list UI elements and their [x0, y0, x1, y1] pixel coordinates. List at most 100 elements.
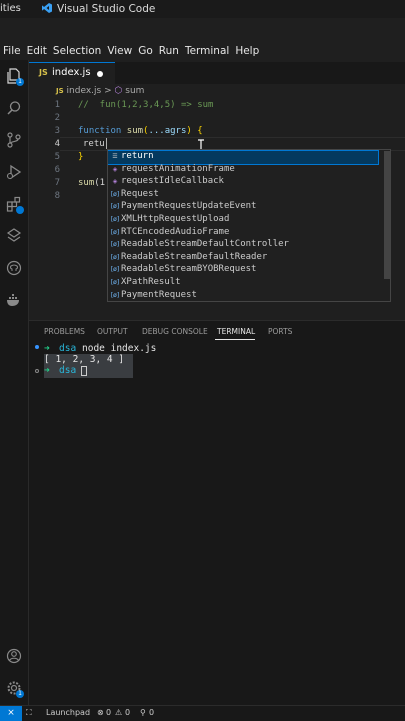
prompt-arrow: ➜ [44, 365, 50, 376]
menu-file[interactable]: File [0, 42, 24, 60]
remote-explorer-icon[interactable] [6, 228, 22, 244]
suggestion-label: RTCEncodedAudioFrame [121, 226, 230, 237]
code-function-name: sum [126, 126, 144, 136]
tab-problems[interactable]: PROBLEMS [44, 327, 85, 336]
code-call-name: sum [78, 178, 95, 188]
suggestion-label: ReadableStreamDefaultReader [121, 251, 268, 262]
variable-icon: [ø] [110, 266, 120, 274]
prompt-arrow: ➜ [44, 343, 50, 354]
suggestion-label: PaymentRequest [121, 289, 197, 300]
tab-debug-console[interactable]: DEBUG CONSOLE [142, 327, 208, 336]
terminal-cursor [81, 366, 87, 376]
suggestion-item[interactable]: ◈ requestAnimationFrame [108, 164, 378, 177]
method-icon: ◈ [112, 165, 118, 173]
breadcrumb-symbol[interactable]: sum [125, 86, 144, 96]
suggestion-label: PaymentRequestUpdateEvent [121, 201, 257, 212]
line-number: 1 [54, 100, 60, 110]
line-number: 8 [54, 191, 60, 201]
suggestion-label: ReadableStreamDefaultController [121, 239, 289, 250]
suggestion-label: XPathResult [121, 277, 181, 287]
suggestion-label: Request [121, 188, 159, 199]
suggestion-item[interactable]: [ø] ReadableStreamBYOBRequest [108, 264, 378, 277]
terminal-command: node index.js [82, 343, 157, 354]
autocomplete-suggestions: ☰ return ◈ requestAnimationFrame ◈ requestIdl… [107, 149, 391, 302]
run-debug-icon[interactable] [6, 164, 22, 180]
suggestion-item[interactable]: [ø] XPathResult [108, 277, 378, 290]
tab-output[interactable]: OUTPUT [97, 327, 128, 336]
variable-icon: [ø] [110, 253, 120, 261]
terminal-output: [ 1, 2, 3, 4 ] [44, 354, 125, 365]
js-file-icon: JS [39, 68, 48, 77]
variable-icon: [ø] [110, 190, 120, 198]
activities-label[interactable]: ities [0, 3, 21, 14]
suggestion-item[interactable]: [ø] RTCEncodedAudioFrame [108, 227, 378, 240]
js-file-icon: JS [56, 87, 64, 95]
suggestion-label: requestIdleCallback [121, 176, 224, 187]
suggestion-item[interactable]: [ø] PaymentRequestUpdateEvent [108, 201, 378, 214]
line-number: 6 [54, 165, 60, 175]
accounts-icon[interactable] [6, 648, 22, 664]
menu-edit[interactable]: Edit [24, 42, 50, 60]
suggestion-item[interactable]: ☰ return [108, 150, 379, 165]
title-bar [0, 18, 405, 42]
warning-count[interactable]: 0 [125, 708, 130, 717]
suggestion-item[interactable]: [ø] PaymentRequest [108, 289, 378, 301]
remote-indicator-icon[interactable]: ⨯ [0, 706, 22, 721]
code-call-args: (1 [94, 178, 106, 188]
suggestion-item[interactable]: [ø] ReadableStreamDefaultController [108, 239, 378, 252]
variable-icon: [ø] [110, 291, 120, 299]
unsaved-dot-icon[interactable] [97, 71, 103, 77]
menu-view[interactable]: View [104, 42, 135, 60]
tab-terminal[interactable]: TERMINAL [217, 327, 255, 336]
settings-badge: 1 [16, 690, 24, 698]
error-icon: ⊗ [97, 708, 104, 717]
line-number: 5 [54, 152, 60, 162]
suggest-scrollbar[interactable] [384, 151, 390, 279]
os-top-bar: ities Visual Studio Code [0, 0, 405, 18]
command-decoration-icon [35, 345, 39, 349]
tab-index-js[interactable]: JS index.js [29, 62, 115, 85]
code-typing: retu [83, 139, 105, 149]
code-comment: // fun(1,2,3,4,5) => sum [78, 100, 214, 110]
suggestion-label: ReadableStreamBYOBRequest [121, 264, 257, 275]
active-tab-indicator [215, 339, 255, 340]
variable-icon: [ø] [110, 203, 120, 211]
suggestion-item[interactable]: ◈ requestIdleCallback [108, 176, 378, 189]
source-control-icon[interactable] [6, 132, 22, 148]
command-decoration-icon [35, 369, 39, 373]
code-line-3: function sum(...agrs) { [78, 126, 203, 136]
suggestion-item[interactable]: [ø] ReadableStreamDefaultReader [108, 252, 378, 265]
code-close: ) { [186, 126, 203, 136]
extensions-badge [16, 206, 24, 214]
status-bar: ⨯ ⛶ Launchpad ⊗ 0 ⚠ 0 ⚲ 0 [0, 705, 405, 721]
menu-go[interactable]: Go [135, 42, 156, 60]
error-count[interactable]: 0 [106, 708, 111, 717]
ports-count[interactable]: 0 [149, 708, 154, 717]
suggestion-item[interactable]: [ø] Request [108, 189, 378, 202]
launchpad-label[interactable]: Launchpad [46, 708, 90, 717]
ports-icon: ⚲ [140, 708, 146, 717]
suggestion-label: requestAnimationFrame [121, 163, 235, 174]
menu-help[interactable]: Help [232, 42, 262, 60]
breadcrumb-file[interactable]: index.js [67, 86, 102, 96]
method-icon: ◈ [112, 178, 118, 186]
suggestion-item[interactable]: [ø] XMLHttpRequestUpload [108, 214, 378, 227]
line-number: 7 [54, 178, 60, 188]
menu-terminal[interactable]: Terminal [182, 42, 232, 60]
breadcrumb-separator: > [104, 86, 112, 96]
menu-run[interactable]: Run [156, 42, 182, 60]
tab-ports[interactable]: PORTS [268, 327, 292, 336]
breadcrumb: JS index.js > ⬡ sum [56, 86, 144, 96]
search-icon[interactable] [6, 100, 22, 116]
docker-icon[interactable] [6, 292, 22, 308]
menu-selection[interactable]: Selection [50, 42, 104, 60]
launchpad-icon: ⛶ [26, 708, 32, 717]
explorer-badge: 1 [16, 78, 24, 86]
prompt-dir: dsa [59, 365, 77, 376]
variable-icon: [ø] [110, 228, 120, 236]
window-title: Visual Studio Code [57, 3, 156, 15]
github-icon[interactable] [6, 260, 22, 276]
code-param: ...agrs [148, 126, 187, 136]
suggestion-label: return [121, 151, 154, 161]
code-close-brace: } [78, 152, 84, 162]
